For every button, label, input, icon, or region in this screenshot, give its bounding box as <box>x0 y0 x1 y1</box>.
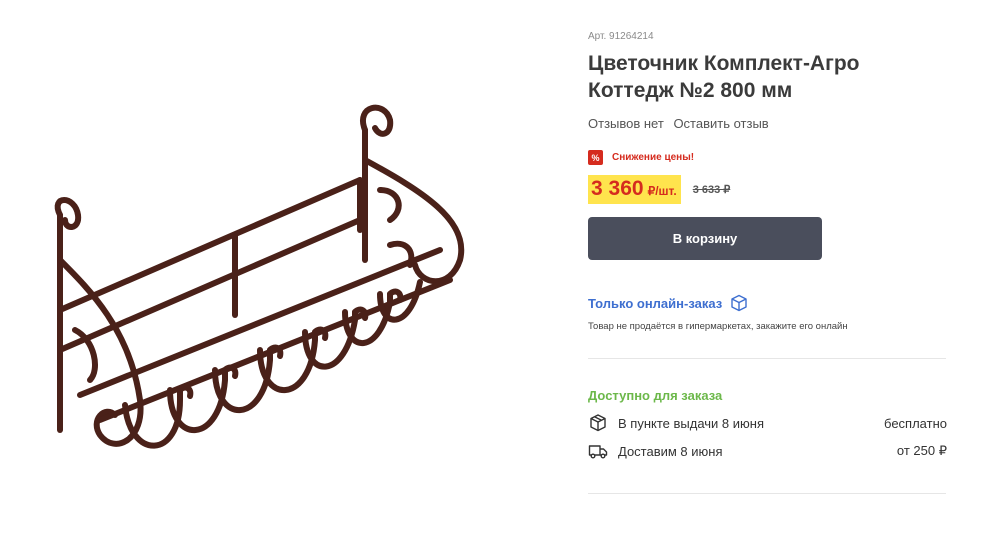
online-only-row: Только онлайн-заказ <box>588 294 748 312</box>
delivery-price: от 250 ₽ <box>896 443 947 458</box>
current-price: 3 360 ₽/шт. <box>588 175 681 204</box>
product-sku: Арт. 91264214 <box>588 31 654 42</box>
product-title: Цветочник Комплект-Агро Коттедж №2 800 м… <box>588 52 860 102</box>
pickup-label: В пункте выдачи 8 июня <box>618 415 764 431</box>
price-row: 3 360 ₽/шт. 3 633 ₽ <box>588 175 730 204</box>
online-only-label[interactable]: Только онлайн-заказ <box>588 296 722 311</box>
box-icon <box>731 294 747 312</box>
percent-icon: % <box>588 150 603 165</box>
truck-icon <box>588 445 608 459</box>
reviews-row: Отзывов нет Оставить отзыв <box>588 116 775 131</box>
current-price-value: 3 360 <box>591 177 644 200</box>
old-price: 3 633 ₽ <box>692 184 731 196</box>
no-reviews-text: Отзывов нет <box>588 116 664 131</box>
price-drop-label: Снижение цены! <box>612 152 695 163</box>
pickup-price: бесплатно <box>884 415 947 431</box>
divider <box>588 358 946 359</box>
flower-stand-illustration <box>54 104 465 449</box>
delivery-option: Доставим 8 июня от 250 ₽ <box>588 441 947 461</box>
delivery-label: Доставим 8 июня <box>618 443 723 459</box>
add-to-cart-button[interactable]: В корзину <box>588 217 822 260</box>
online-only-note: Товар не продаётся в гипермаркетах, зака… <box>588 321 848 332</box>
pickup-option: В пункте выдачи 8 июня бесплатно <box>588 413 947 433</box>
price-drop-badge: % Снижение цены! <box>588 150 694 165</box>
product-image[interactable] <box>20 70 520 490</box>
box-icon <box>590 414 606 432</box>
divider <box>588 493 946 494</box>
leave-review-link[interactable]: Оставить отзыв <box>673 116 768 131</box>
current-price-unit: ₽/шт. <box>647 184 677 198</box>
availability-title: Доступно для заказа <box>588 388 723 403</box>
